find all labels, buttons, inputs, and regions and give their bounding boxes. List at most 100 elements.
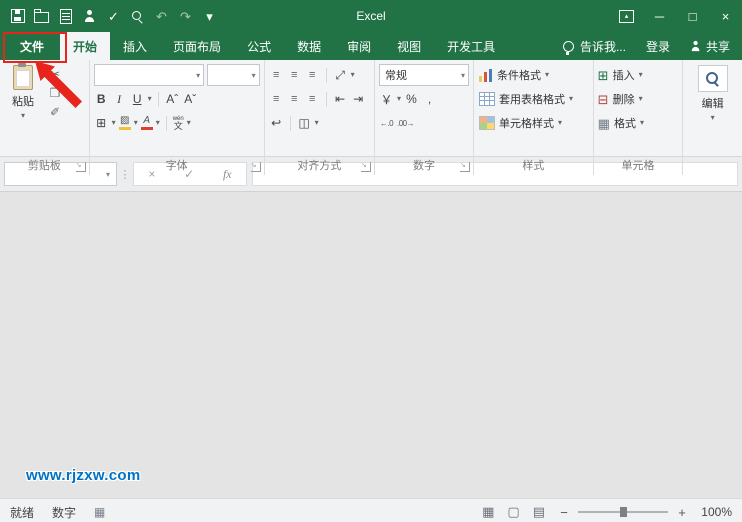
close-button[interactable]: × (709, 0, 742, 32)
italic-button[interactable]: I (112, 90, 127, 108)
share-button[interactable]: 共享 (690, 38, 730, 55)
save-button[interactable] (8, 6, 27, 26)
tab-data[interactable]: 数据 (284, 32, 334, 60)
font-dialog-launcher[interactable]: ↘ (251, 162, 261, 172)
underline-button[interactable]: U (130, 90, 145, 108)
number-dialog-launcher[interactable]: ↘ (460, 162, 470, 172)
align-top-button[interactable]: ≡ (269, 66, 284, 84)
wrap-text-button[interactable]: ↩ (269, 114, 284, 132)
align-left-button[interactable]: ≡ (269, 90, 284, 108)
bold-button[interactable]: B (94, 90, 109, 108)
borders-button[interactable]: ⊞ (94, 114, 109, 132)
find-select-button[interactable] (698, 65, 728, 92)
spelling-button[interactable]: ✓ (104, 6, 123, 26)
number-format-dropdown-icon[interactable]: ▾ (458, 71, 465, 80)
borders-dropdown-icon[interactable]: ▾ (112, 119, 116, 127)
conditional-formatting-icon (479, 69, 493, 82)
font-name-combo[interactable]: ▾ (94, 64, 204, 86)
font-name-dropdown-icon[interactable]: ▾ (193, 71, 200, 80)
fill-color-button[interactable]: ▨ (119, 116, 131, 130)
sign-in-button[interactable]: 登录 (646, 38, 670, 55)
minimize-button[interactable]: ─ (643, 0, 676, 32)
zoom-out-button[interactable]: − (558, 505, 570, 520)
page-layout-view-button[interactable]: ▢ (507, 504, 519, 520)
open-button[interactable] (32, 6, 51, 26)
tab-formulas[interactable]: 公式 (234, 32, 284, 60)
zoom-slider-thumb[interactable] (620, 507, 627, 517)
increase-indent-button[interactable]: ⇥ (351, 90, 366, 108)
format-cells-button[interactable]: ▦ 格式 ▾ (598, 111, 679, 135)
paste-dropdown-icon[interactable]: ▾ (21, 112, 25, 120)
tab-developer[interactable]: 开发工具 (434, 32, 508, 60)
format-as-table-button[interactable]: 套用表格格式 ▾ (478, 87, 589, 111)
new-workbook-button[interactable] (56, 6, 75, 26)
normal-view-button[interactable]: ▦ (482, 504, 494, 520)
launcher-arrow-icon: ↘ (76, 162, 85, 169)
copy-button[interactable]: ❐ (46, 87, 64, 99)
ribbon-group-font: ▾ ▾ B I U ▾ Aˆ Aˇ ⊞ ▾ ▨ (90, 60, 265, 175)
open-folder-icon (34, 12, 49, 23)
workbook-area[interactable]: www.rjzxw.com (0, 192, 742, 498)
align-bottom-button[interactable]: ≡ (305, 66, 320, 84)
align-center-button[interactable]: ≡ (287, 90, 302, 108)
ribbon-display-options-button[interactable]: ▴ (610, 0, 643, 32)
decrease-font-size-button[interactable]: Aˇ (183, 90, 198, 108)
increase-font-size-button[interactable]: Aˆ (165, 90, 180, 108)
accounting-format-button[interactable]: ￥ (379, 90, 394, 108)
decrease-decimal-button[interactable]: .00→ (397, 114, 414, 132)
phonetic-guide-button[interactable]: wén 文 (173, 116, 184, 131)
title-bar: ✓ ↶ ↷ ▾ Excel ▴ ─ □ × (0, 0, 742, 32)
accounting-dropdown-icon[interactable]: ▾ (397, 95, 401, 103)
comma-style-button[interactable]: , (422, 90, 437, 108)
clipboard-dialog-launcher[interactable]: ↘ (76, 162, 86, 172)
cell-styles-button[interactable]: 单元格样式 ▾ (478, 111, 589, 135)
font-size-dropdown-icon[interactable]: ▾ (249, 71, 256, 80)
ribbon-display-icon: ▴ (619, 10, 634, 23)
insert-cells-button[interactable]: ⊞ 插入 ▾ (598, 63, 679, 87)
cut-button[interactable]: ✂ (46, 68, 64, 80)
tab-page-layout[interactable]: 页面布局 (160, 32, 234, 60)
font-color-button[interactable]: A (141, 116, 153, 130)
increase-decimal-button[interactable]: ←.0 (379, 114, 394, 132)
font-color-dropdown-icon[interactable]: ▾ (156, 119, 160, 127)
macro-record-icon[interactable]: ▦ (94, 505, 105, 519)
orientation-dropdown-icon[interactable]: ▾ (351, 71, 355, 79)
zoom-slider[interactable] (578, 511, 668, 513)
decrease-indent-button[interactable]: ⇤ (333, 90, 348, 108)
merge-center-dropdown-icon[interactable]: ▾ (315, 119, 319, 127)
tab-insert[interactable]: 插入 (110, 32, 160, 60)
phonetic-dropdown-icon[interactable]: ▾ (187, 119, 191, 127)
alignment-dialog-launcher[interactable]: ↘ (361, 162, 371, 172)
delete-cells-button[interactable]: ⊟ 删除 ▾ (598, 87, 679, 111)
tab-file[interactable]: 文件 (4, 32, 60, 60)
page-break-view-button[interactable]: ▤ (533, 504, 545, 520)
merge-center-button[interactable]: ◫ (297, 114, 312, 132)
number-format-combo[interactable]: 常规 ▾ (379, 64, 469, 86)
excel-window: ✓ ↶ ↷ ▾ Excel ▴ ─ □ × 文件 开始 插入 页面布局 公式 数… (0, 0, 742, 522)
search-button[interactable] (128, 6, 147, 26)
touch-mode-button[interactable] (80, 6, 99, 26)
align-middle-button[interactable]: ≡ (287, 66, 302, 84)
orientation-button[interactable]: ⤢ (333, 66, 348, 84)
zoom-in-button[interactable]: + (676, 505, 688, 520)
maximize-button[interactable]: □ (676, 0, 709, 32)
tab-home[interactable]: 开始 (60, 32, 110, 60)
conditional-formatting-button[interactable]: 条件格式 ▾ (478, 63, 589, 87)
undo-button[interactable]: ↶ (152, 6, 171, 26)
zoom-percentage[interactable]: 100% (696, 505, 732, 519)
paste-button[interactable]: 粘贴 ▾ (4, 63, 42, 159)
tab-review[interactable]: 审阅 (334, 32, 384, 60)
tab-view[interactable]: 视图 (384, 32, 434, 60)
percent-style-button[interactable]: % (404, 90, 419, 108)
editing-dropdown-icon[interactable]: ▾ (711, 114, 715, 122)
redo-button[interactable]: ↷ (176, 6, 195, 26)
format-painter-button[interactable]: ✐ (46, 106, 64, 118)
editing-group-button[interactable]: 编辑 ▾ (687, 63, 738, 122)
align-right-button[interactable]: ≡ (305, 90, 320, 108)
customize-qat-button[interactable]: ▾ (200, 6, 219, 26)
font-size-combo[interactable]: ▾ (207, 64, 260, 86)
number-format-value: 常规 (385, 67, 407, 83)
underline-dropdown-icon[interactable]: ▾ (148, 95, 152, 103)
fill-color-dropdown-icon[interactable]: ▾ (134, 119, 138, 127)
tell-me-box[interactable]: 告诉我... (563, 38, 626, 55)
